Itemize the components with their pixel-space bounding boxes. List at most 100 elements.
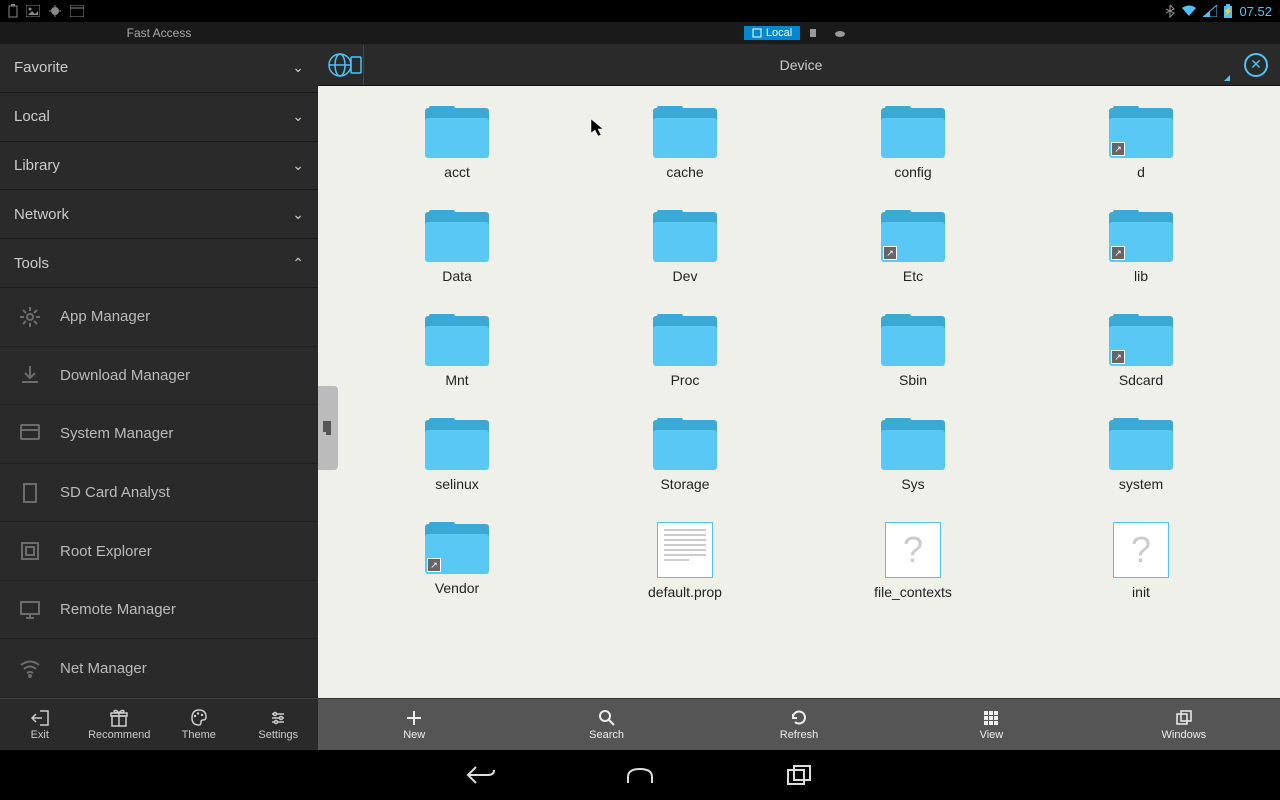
close-tab-button[interactable]: ✕ [1238, 47, 1274, 83]
status-bar: ⚡ 07.52 [0, 0, 1280, 22]
file-item[interactable]: Mnt [348, 314, 566, 388]
file-item[interactable]: ↗ d [1032, 106, 1250, 180]
search-button[interactable]: Search [510, 699, 702, 750]
folder-icon: ↗ [1109, 106, 1173, 158]
file-item[interactable]: Sbin [804, 314, 1022, 388]
sidebar-section-network[interactable]: Network ⌄ [0, 190, 318, 239]
folder-icon [653, 210, 717, 262]
file-item[interactable]: Storage [576, 418, 794, 492]
device-home-button[interactable] [324, 45, 364, 85]
file-item[interactable]: Data [348, 210, 566, 284]
file-item[interactable]: ↗ Sdcard [1032, 314, 1250, 388]
tool-item-net-manager[interactable]: Net Manager [0, 639, 318, 698]
file-label: Sdcard [1119, 372, 1163, 388]
toolbar-label: Theme [182, 729, 216, 741]
signal-icon [1203, 5, 1217, 17]
wifi-icon [1181, 5, 1197, 17]
file-item[interactable]: default.prop [576, 522, 794, 600]
file-label: selinux [435, 476, 479, 492]
root-icon [18, 539, 42, 563]
sidebar-section-local[interactable]: Local ⌄ [0, 93, 318, 142]
exit-button[interactable]: Exit [0, 699, 80, 750]
windows-button[interactable]: Windows [1088, 699, 1280, 750]
file-label: d [1137, 164, 1145, 180]
tool-label: Download Manager [60, 367, 190, 384]
tool-item-sd-card-analyst[interactable]: SD Card Analyst [0, 464, 318, 523]
sidebar-header: Fast Access [0, 22, 318, 44]
folder-icon [425, 418, 489, 470]
file-label: config [894, 164, 931, 180]
document-icon [657, 522, 713, 578]
nav-home-button[interactable] [620, 760, 660, 790]
file-item[interactable]: acct [348, 106, 566, 180]
file-label: init [1132, 584, 1150, 600]
recommend-button[interactable]: Recommend [80, 699, 160, 750]
location-tab-local[interactable]: Local [744, 26, 800, 40]
file-item[interactable]: Dev [576, 210, 794, 284]
folder-icon [881, 106, 945, 158]
toolbar-label: Settings [258, 729, 298, 741]
theme-button[interactable]: Theme [159, 699, 239, 750]
nav-recent-button[interactable] [780, 760, 820, 790]
file-label: Proc [671, 372, 700, 388]
folder-icon [653, 418, 717, 470]
file-area[interactable]: acct cache config ↗ d Data Dev [318, 86, 1280, 698]
file-label: acct [444, 164, 470, 180]
file-item[interactable]: Sys [804, 418, 1022, 492]
sidebar-section-tools[interactable]: Tools ⌃ [0, 239, 318, 288]
unknown-file-icon: ? [885, 522, 941, 578]
chevron-down-icon: ⌄ [292, 157, 304, 174]
chevron-up-icon: ⌃ [292, 255, 304, 272]
sidebar-section-label: Network [14, 206, 69, 223]
folder-icon: ↗ [1109, 314, 1173, 366]
file-item[interactable]: config [804, 106, 1022, 180]
path-current[interactable]: Device [364, 57, 1238, 73]
refresh-button[interactable]: Refresh [703, 699, 895, 750]
file-item[interactable]: system [1032, 418, 1250, 492]
file-label: Etc [903, 268, 923, 284]
file-item[interactable]: ↗ lib [1032, 210, 1250, 284]
sidebar-section-favorite[interactable]: Favorite ⌄ [0, 44, 318, 93]
file-item[interactable]: Proc [576, 314, 794, 388]
file-label: Data [442, 268, 472, 284]
tool-item-app-manager[interactable]: App Manager [0, 288, 318, 347]
location-tab-cloud[interactable] [826, 27, 854, 39]
location-tab-sd[interactable] [800, 27, 826, 39]
file-label: default.prop [648, 584, 722, 600]
file-item[interactable]: selinux [348, 418, 566, 492]
toolbar-label: View [980, 729, 1004, 741]
file-item[interactable]: ↗ Etc [804, 210, 1022, 284]
nav-back-button[interactable] [460, 760, 500, 790]
file-item[interactable]: ↗ Vendor [348, 522, 566, 600]
view-button[interactable]: View [895, 699, 1087, 750]
battery-small-icon [8, 4, 18, 18]
settings-button[interactable]: Settings [239, 699, 319, 750]
sidebar-section-label: Tools [14, 255, 49, 272]
sidebar-collapse-handle[interactable] [318, 386, 338, 470]
toolbar-label: Recommend [88, 729, 150, 741]
sidebar-section-library[interactable]: Library ⌄ [0, 142, 318, 191]
status-time: 07.52 [1239, 4, 1272, 19]
file-item[interactable]: ? init [1032, 522, 1250, 600]
file-item[interactable]: ?file_contexts [804, 522, 1022, 600]
file-item[interactable]: cache [576, 106, 794, 180]
unknown-file-icon: ? [1113, 522, 1169, 578]
chevron-down-icon: ⌄ [292, 206, 304, 223]
file-label: cache [666, 164, 703, 180]
window-icon [70, 5, 84, 17]
gear-icon [18, 305, 42, 329]
dropdown-indicator-icon[interactable] [1224, 75, 1230, 81]
tool-item-download-manager[interactable]: Download Manager [0, 347, 318, 406]
tool-item-root-explorer[interactable]: Root Explorer [0, 522, 318, 581]
folder-icon [425, 106, 489, 158]
tool-item-system-manager[interactable]: System Manager [0, 405, 318, 464]
file-label: Vendor [435, 580, 479, 596]
symlink-badge-icon: ↗ [1111, 246, 1125, 260]
tool-item-remote-manager[interactable]: Remote Manager [0, 581, 318, 640]
new-button[interactable]: New [318, 699, 510, 750]
chevron-down-icon: ⌄ [292, 108, 304, 125]
tool-label: System Manager [60, 425, 173, 442]
tool-label: Remote Manager [60, 601, 176, 618]
folder-icon [881, 418, 945, 470]
main-area: Local Device ✕ [318, 22, 1280, 698]
